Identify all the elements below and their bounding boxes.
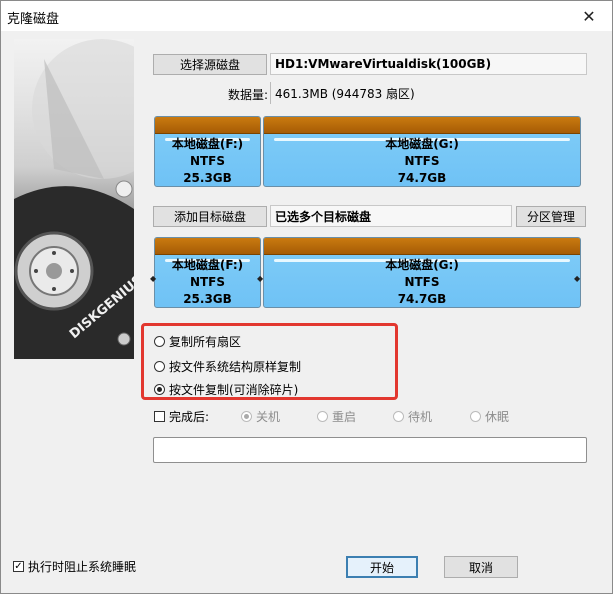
partition-name: 本地磁盘(F:) [171, 137, 244, 151]
checkbox-checked-icon: ✓ [13, 560, 24, 572]
target-partition-g[interactable]: 本地磁盘(G:) NTFS 74.7GB [263, 237, 581, 308]
hard-disk-illustration: DISKGENIUS [14, 39, 134, 359]
resize-handle-left-icon[interactable]: ◆ [150, 274, 156, 283]
radio-label: 待机 [408, 410, 433, 424]
target-partition-f[interactable]: 本地磁盘(F:) NTFS 25.3GB [154, 237, 261, 308]
radio-selected-icon [241, 411, 252, 422]
partition-name: 本地磁盘(G:) [385, 137, 459, 151]
prevent-sleep-label: 执行时阻止系统睡眠 [28, 560, 137, 574]
partition-cap [264, 117, 580, 134]
highlight-box [141, 323, 398, 400]
radio-standby[interactable]: 待机 [393, 408, 432, 425]
window-title: 克隆磁盘 [7, 12, 60, 27]
partition-size: 25.3GB [183, 171, 232, 185]
target-disk-field: 已选多个目标磁盘 [270, 205, 512, 227]
start-button[interactable]: 开始 [346, 556, 418, 578]
source-partition-g[interactable]: 本地磁盘(G:) NTFS 74.7GB [263, 116, 581, 187]
partition-fs: NTFS [189, 275, 226, 289]
radio-shutdown[interactable]: 关机 [241, 408, 280, 425]
source-disk-field: HD1:VMwareVirtualdisk(100GB) [270, 53, 587, 75]
checkbox-unchecked-icon [154, 411, 165, 422]
radio-label: 关机 [256, 410, 281, 424]
partition-size: 74.7GB [397, 292, 447, 306]
add-target-disk-button[interactable]: 添加目标磁盘 [153, 206, 267, 227]
partition-fs: NTFS [404, 154, 440, 168]
partition-fs: NTFS [189, 154, 226, 168]
after-done-label: 完成后: [169, 410, 210, 424]
resize-handle-right-icon[interactable]: ◆ [574, 274, 580, 283]
data-amount-value: 461.3MB (944783 扇区) [270, 82, 587, 104]
source-partition-f[interactable]: 本地磁盘(F:) NTFS 25.3GB [154, 116, 261, 187]
clone-disk-dialog: 克隆磁盘 ✕ DISKGENIUS 选择源磁盘 HD1:VMwareVirtua… [0, 0, 613, 594]
radio-unselected-icon [470, 411, 481, 422]
close-icon[interactable]: ✕ [566, 1, 612, 31]
radio-label: 休眠 [485, 410, 510, 424]
partition-size: 74.7GB [397, 171, 447, 185]
resize-handle-middle-icon[interactable]: ◆ [257, 274, 263, 283]
partition-size: 25.3GB [183, 292, 232, 306]
partition-fs: NTFS [404, 275, 440, 289]
after-done-checkbox[interactable]: 完成后: [154, 408, 209, 425]
partition-name: 本地磁盘(G:) [385, 258, 459, 272]
title-bar: 克隆磁盘 ✕ [1, 1, 612, 31]
partition-cap [155, 238, 260, 255]
partition-name: 本地磁盘(F:) [171, 258, 244, 272]
radio-label: 重启 [332, 410, 357, 424]
radio-restart[interactable]: 重启 [317, 408, 356, 425]
partition-manage-button[interactable]: 分区管理 [516, 206, 586, 227]
partition-cap [264, 238, 580, 255]
prevent-sleep-checkbox[interactable]: ✓ 执行时阻止系统睡眠 [13, 558, 136, 575]
partition-cap [155, 117, 260, 134]
select-source-disk-button[interactable]: 选择源磁盘 [153, 54, 267, 75]
radio-hibernate[interactable]: 休眠 [470, 408, 509, 425]
radio-unselected-icon [317, 411, 328, 422]
radio-unselected-icon [393, 411, 404, 422]
data-amount-label: 数据量: [228, 88, 269, 102]
progress-bar [153, 437, 587, 463]
diskgenius-hdd-image: DISKGENIUS [14, 39, 134, 359]
cancel-button[interactable]: 取消 [444, 556, 518, 578]
